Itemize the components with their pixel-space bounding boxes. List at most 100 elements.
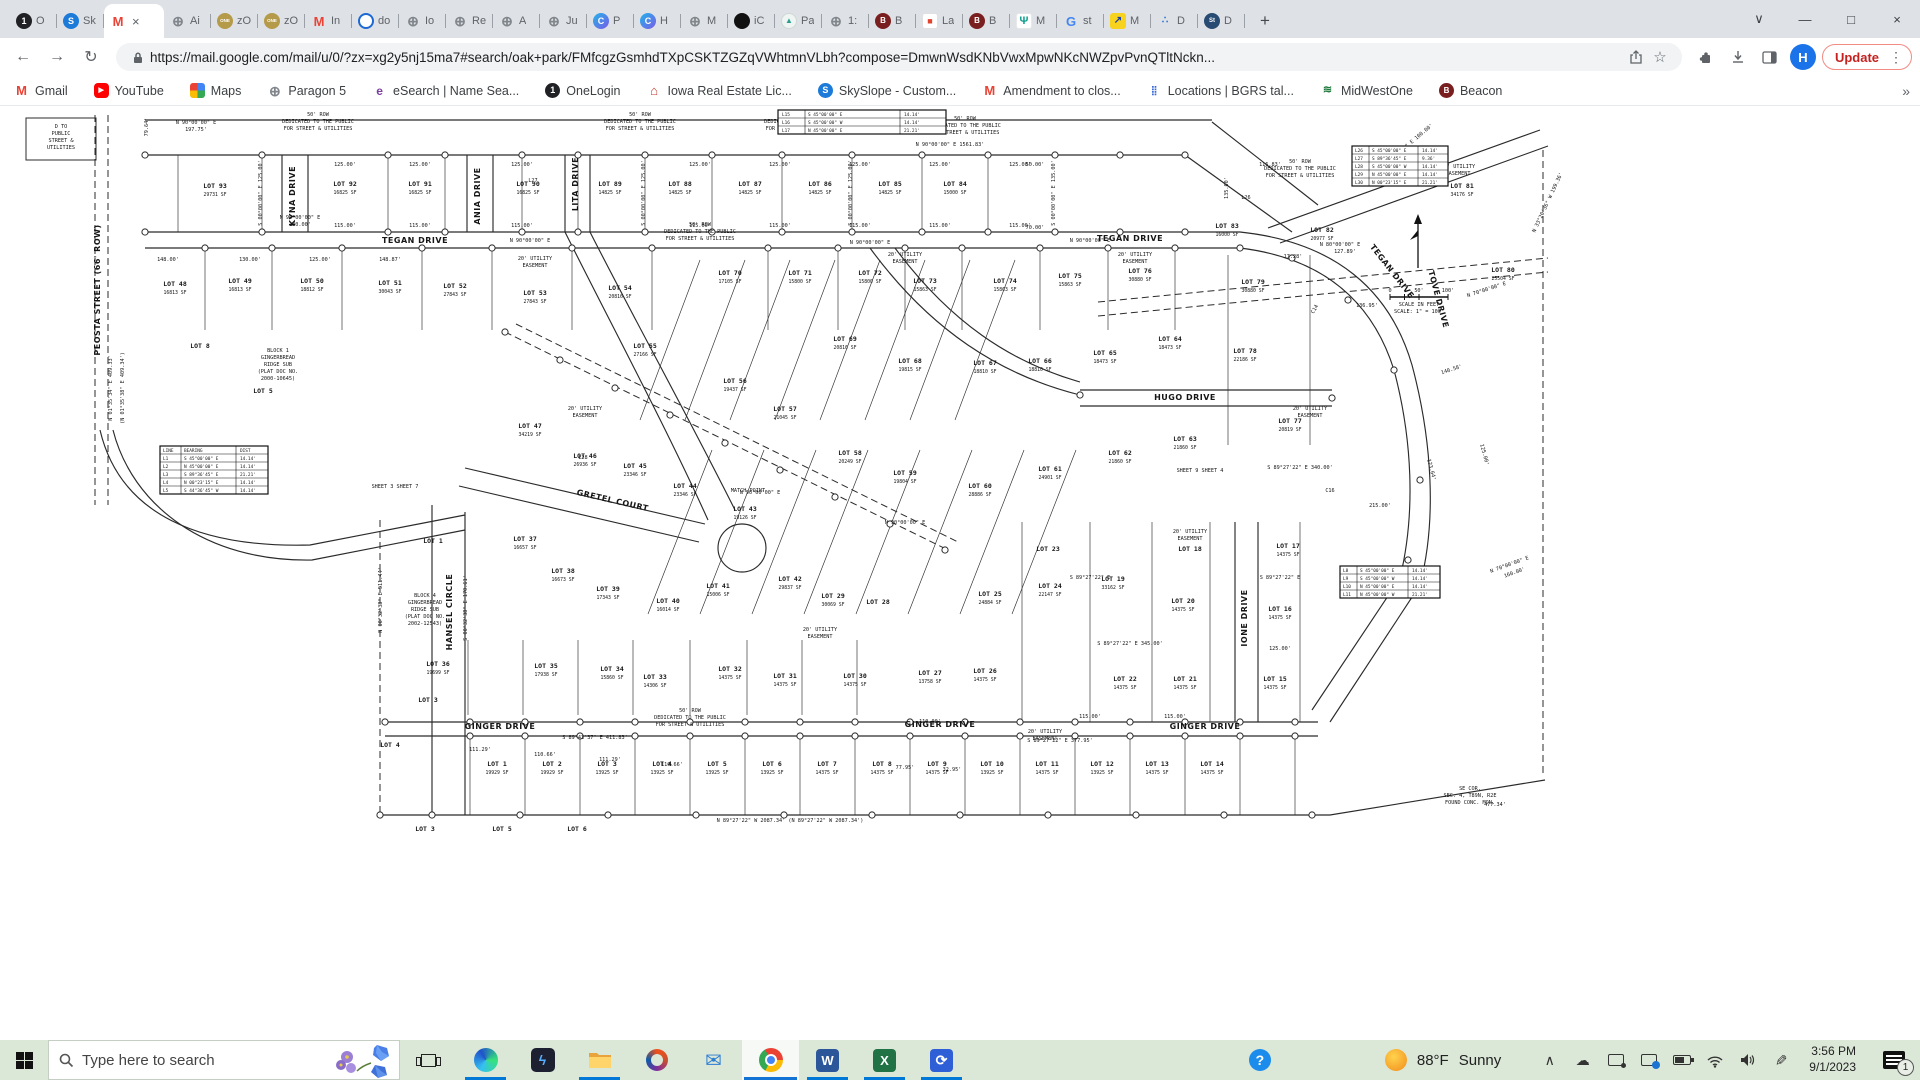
download-icon[interactable]	[1724, 43, 1752, 71]
svg-text:(N 01°35'38" E 409.34'): (N 01°35'38" E 409.34')	[120, 352, 126, 424]
tray-wifi[interactable]	[1698, 1040, 1731, 1080]
lot-label: LOT 6	[762, 760, 782, 768]
bookmark-10[interactable]: ⣿Locations | BGRS tal...	[1147, 83, 1294, 98]
tab-8[interactable]: do	[352, 4, 399, 38]
svg-text:N 90°00'00" E: N 90°00'00" E	[1070, 238, 1111, 244]
taskbar-chrome[interactable]	[742, 1040, 799, 1080]
start-button[interactable]	[0, 1040, 48, 1080]
browser-menu-icon[interactable]: ⋮	[1885, 49, 1907, 66]
bookmark-4[interactable]: ⊕Paragon 5	[267, 83, 346, 98]
tab-13[interactable]: CP	[587, 4, 634, 38]
bookmark-3[interactable]: Maps	[190, 83, 242, 98]
weather-widget[interactable]: 88°F Sunny	[1371, 1049, 1515, 1071]
notification-center[interactable]: 1	[1868, 1040, 1920, 1080]
tab-close-icon[interactable]: ×	[132, 14, 140, 29]
taskbar-task-view[interactable]	[400, 1040, 457, 1080]
bookmark-9[interactable]: MAmendment to clos...	[982, 83, 1120, 98]
lot-label: LOT 32	[718, 665, 742, 673]
lot-label: LOT 86	[808, 180, 832, 188]
tab-10[interactable]: ⊕Re	[446, 4, 493, 38]
tab-4[interactable]: ⊕Ai	[164, 4, 211, 38]
bookmark-5[interactable]: eeSearch | Name Sea...	[372, 83, 519, 98]
bookmark-1[interactable]: MGmail	[14, 83, 68, 98]
tray-volume[interactable]	[1731, 1040, 1764, 1080]
tab-20[interactable]: ■La	[916, 4, 963, 38]
svg-text:17938 SF: 17938 SF	[534, 672, 557, 678]
maximize-button[interactable]: □	[1828, 0, 1874, 38]
tab-14[interactable]: CH	[634, 4, 681, 38]
tab-6[interactable]: ONEzO	[258, 4, 305, 38]
tab-search-button[interactable]: ∨	[1736, 0, 1782, 38]
tab-25[interactable]: ∴D	[1151, 4, 1198, 38]
back-button[interactable]: ←	[8, 42, 38, 72]
new-tab-button[interactable]: +	[1251, 7, 1279, 35]
taskbar-file-explorer[interactable]	[571, 1040, 628, 1080]
svg-text:SE COR.: SE COR.	[1459, 786, 1481, 792]
address-bar[interactable]: https://mail.google.com/mail/u/0/?zx=xg2…	[116, 43, 1682, 71]
taskbar-clock[interactable]: 3:56 PM 9/1/2023	[1797, 1044, 1868, 1075]
taskbar-excel[interactable]: X	[856, 1040, 913, 1080]
profile-avatar[interactable]: H	[1790, 44, 1816, 70]
bookmark-star-icon[interactable]: ☆	[1648, 45, 1672, 69]
taskbar-recorder[interactable]: ⟳	[913, 1040, 970, 1080]
tab-19[interactable]: BB	[869, 4, 916, 38]
tab-18[interactable]: ⊕1:	[822, 4, 869, 38]
bookmark-8[interactable]: SSkySlope - Custom...	[818, 83, 956, 98]
taskbar-word[interactable]: W	[799, 1040, 856, 1080]
tab-1[interactable]: 1O	[10, 4, 57, 38]
tray-display-share[interactable]	[1632, 1040, 1665, 1080]
tab-22[interactable]: ΨM	[1010, 4, 1057, 38]
tab-2[interactable]: SSk	[57, 4, 104, 38]
svg-text:L26: L26	[1355, 148, 1363, 154]
svg-text:20816 SF: 20816 SF	[833, 345, 856, 351]
minimize-button[interactable]: —	[1782, 0, 1828, 38]
tray-onedrive[interactable]: ☁	[1566, 1040, 1599, 1080]
share-icon[interactable]	[1624, 45, 1648, 69]
tab-12[interactable]: ⊕Ju	[540, 4, 587, 38]
taskbar-edge[interactable]	[457, 1040, 514, 1080]
tab-7[interactable]: MIn	[305, 4, 352, 38]
extensions-puzzle-icon[interactable]	[1692, 43, 1720, 71]
bookmark-12[interactable]: BBeacon	[1439, 83, 1502, 98]
bookmark-7[interactable]: ⌂Iowa Real Estate Lic...	[647, 83, 792, 98]
svg-text:SHEET 9 SHEET 4: SHEET 9 SHEET 4	[1177, 468, 1224, 474]
tray-battery[interactable]	[1665, 1040, 1698, 1080]
close-button[interactable]: ×	[1874, 0, 1920, 38]
update-button[interactable]: Update ⋮	[1822, 44, 1912, 70]
taskbar-search[interactable]: Type here to search	[48, 1040, 400, 1080]
tab-11[interactable]: ⊕A	[493, 4, 540, 38]
tab-3[interactable]: M×	[104, 4, 164, 38]
bookmark-11[interactable]: ≋MidWestOne	[1320, 83, 1413, 98]
tab-15[interactable]: ⊕M	[681, 4, 728, 38]
taskbar-office[interactable]	[628, 1040, 685, 1080]
bookmark-6[interactable]: 1OneLogin	[545, 83, 620, 98]
tab-17[interactable]: ▲Pa	[775, 4, 822, 38]
svg-text:14375 SF: 14375 SF	[1268, 615, 1291, 621]
taskbar-lightning-app[interactable]: ϟ	[514, 1040, 571, 1080]
tab-24[interactable]: ↗M	[1104, 4, 1151, 38]
tab-16[interactable]: iC	[728, 4, 775, 38]
tab-21[interactable]: BB	[963, 4, 1010, 38]
tab-5[interactable]: ONEzO	[211, 4, 258, 38]
bookmarks-overflow-button[interactable]: »	[1902, 83, 1910, 99]
svg-text:DEDICATED TO THE PUBLIC: DEDICATED TO THE PUBLIC	[282, 119, 354, 125]
tray-cast[interactable]	[1599, 1040, 1632, 1080]
tab-26[interactable]: StD	[1198, 4, 1245, 38]
svg-text:18812 SF: 18812 SF	[300, 287, 323, 293]
help-button[interactable]: ?	[1237, 1040, 1283, 1080]
svg-text:14375 SF: 14375 SF	[1263, 685, 1286, 691]
lot-label: LOT 85	[878, 180, 902, 188]
reload-button[interactable]: ↻	[76, 42, 106, 72]
tab-23[interactable]: Gst	[1057, 4, 1104, 38]
bookmark-2[interactable]: ▶YouTube	[94, 83, 164, 98]
svg-text:17343 SF: 17343 SF	[596, 595, 619, 601]
forward-button[interactable]: →	[42, 42, 72, 72]
taskbar-mail[interactable]: ✉	[685, 1040, 742, 1080]
tray-tray-expand[interactable]: ∧	[1533, 1040, 1566, 1080]
svg-text:20' UTILITY: 20' UTILITY	[1173, 529, 1208, 535]
tray-pen[interactable]: ✎	[1764, 1040, 1797, 1080]
tab-9[interactable]: ⊕Io	[399, 4, 446, 38]
side-panel-icon[interactable]	[1756, 43, 1784, 71]
svg-text:S 89°27'22" E 345.00': S 89°27'22" E 345.00'	[1097, 641, 1163, 647]
svg-text:N 01°35'34" E 409.33': N 01°35'34" E 409.33'	[108, 355, 114, 421]
